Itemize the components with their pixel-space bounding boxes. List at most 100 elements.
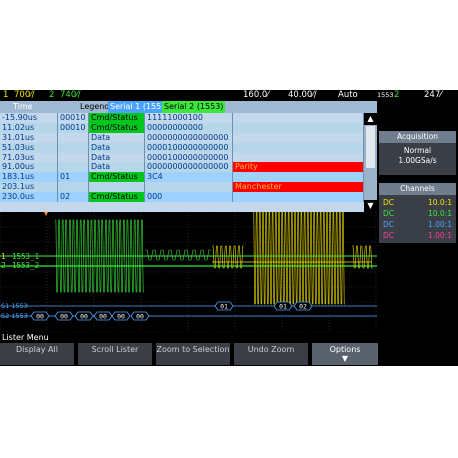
table-row[interactable]: 31.01us Data 0000000000000000 [0,132,364,143]
cell-data: 0000000000000000 [145,132,233,143]
lister-scrollbar[interactable]: ▲ ▼ [364,113,377,212]
options-button[interactable]: Options ▼ [312,343,378,365]
cell-time: -15.90us [0,113,58,123]
cell-err [233,122,364,133]
cell-type: Cmd/Status [89,122,145,133]
lister-rows: -15.90us 00010 Cmd/Status 11111000100 11.02u… [0,113,364,203]
cell-rt: 00010 [58,122,89,133]
cell-time: 203.1us [0,182,58,193]
cell-data: 3C4 [145,172,233,183]
cell-type [89,182,145,193]
table-row[interactable]: 71.03us Data 0000100000000000 [0,152,364,163]
options-label: Options [329,345,361,354]
cell-err [233,132,364,143]
display-all-button[interactable]: Display All [0,343,74,365]
waveform-display[interactable]: 1553_1 1553_2 1 2 S1 1553 S2 1553 00 00 00… [0,212,377,332]
channel-coupling: DC [383,220,395,229]
table-row[interactable]: 203.1us Manchester [0,182,364,193]
channel-row[interactable]: DC 1.00:1 [379,230,456,241]
cell-type: Cmd/Status [89,113,145,123]
cell-data: 0000100000000000 [145,152,233,163]
scroll-thumb[interactable] [366,126,375,168]
table-row[interactable]: 91.00us Data 0000000000000000 Parity [0,162,364,173]
options-arrow-icon: ▼ [341,354,349,363]
cell-err [233,113,364,123]
cell-type: Data [89,132,145,143]
ch2-scale[interactable]: 740⁄/ [60,90,81,101]
ch2-trace-label: 1553_2 [12,261,39,270]
cell-data: 00000000000 [145,122,233,133]
bus-marker-label: 01 [220,303,228,311]
cell-type: Data [89,142,145,153]
cell-type: Cmd/Status [89,172,145,183]
cell-time: 51.03us [0,142,58,153]
ch1-trace-label: 1553_1 [12,252,39,261]
cell-time: 230.0us [0,192,58,203]
scroll-lister-button[interactable]: Scroll Lister [78,343,152,365]
acquisition-box[interactable]: Acquisition Normal 1.00GSa/s [379,131,456,175]
cell-err [233,152,364,163]
channels-box[interactable]: Channels DC 10.0:1 DC 10.0:1 DC 1.00:1 DC 1.00:… [379,183,456,243]
channel-row[interactable]: DC 1.00:1 [379,219,456,230]
s2-bus-label: S2 1553 [1,312,28,320]
trigger-mode[interactable]: Auto [338,90,358,101]
table-row[interactable]: 230.0us 02 Cmd/Status 000 [0,192,364,203]
cell-data: 0000000000000000 [145,162,233,173]
table-row[interactable]: 183.1us 01 Cmd/Status 3C4 [0,172,364,183]
cell-err [233,192,364,203]
cell-data: 0000100000000000 [145,142,233,153]
channel-row[interactable]: DC 10.0:1 [379,197,456,208]
channel-ratio: 10.0:1 [428,198,452,207]
s1-bus-label: S1 1553 [1,302,28,310]
cell-err: Parity [233,162,364,173]
cell-rt: 02 [58,192,89,203]
ch2-marker[interactable]: 2 [1,261,6,270]
scroll-down-icon[interactable]: ▼ [364,200,377,212]
ch1-scale[interactable]: 700⁄/ [14,90,35,101]
ch2-number[interactable]: 2 [49,90,54,101]
cell-rt [58,142,89,153]
channels-title: Channels [379,183,456,195]
acquisition-title: Acquisition [379,131,456,143]
bus-marker-label: 00 [99,313,107,321]
channel-row[interactable]: DC 10.0:1 [379,208,456,219]
trigger-channel[interactable]: 2 [394,90,399,101]
zoom-to-selection-button[interactable]: Zoom to Selection [156,343,230,365]
table-row[interactable]: -15.90us 00010 Cmd/Status 11111000100 [0,113,364,123]
cell-data [145,182,233,193]
time-scale[interactable]: 40.00⁄/ [288,90,317,101]
ch1-marker[interactable]: 1 [1,252,6,261]
lister-table[interactable]: Time Legend: Serial 1 (1553) Serial 2 (1… [0,101,377,212]
table-row[interactable]: 51.03us Data 0000100000000000 [0,142,364,153]
scroll-up-icon[interactable]: ▲ [364,113,377,125]
menu-title: Lister Menu [2,333,49,342]
channel-coupling: DC [383,231,395,240]
trigger-level[interactable]: 247⁄ [424,90,442,101]
cell-err [233,142,364,153]
col-time-header[interactable]: Time [13,101,33,113]
right-panel: Acquisition Normal 1.00GSa/s Channels DC… [377,101,458,366]
channel-coupling: DC [383,209,395,218]
cell-time: 183.1us [0,172,58,183]
cell-time: 91.00us [0,162,58,173]
channel-ratio: 1.00:1 [428,231,452,240]
cell-rt [58,132,89,143]
undo-zoom-button[interactable]: Undo Zoom [234,343,308,365]
time-position[interactable]: 160.0⁄ [243,90,269,101]
legend-serial2: Serial 2 (1553) [162,101,226,113]
status-bar: 1 700⁄/ 2 740⁄/ 160.0⁄ 40.00⁄/ Auto 1553… [0,90,458,101]
cell-rt: 01 [58,172,89,183]
cell-type: Cmd/Status [89,192,145,203]
cell-data: 000 [145,192,233,203]
softkey-bar: Lister Menu Display All Scroll Lister Zo… [0,332,458,366]
bus-marker-label: 02 [299,303,307,311]
cell-time: 71.03us [0,152,58,163]
trigger-source[interactable]: 1553 [377,90,394,101]
ch1-number[interactable]: 1 [3,90,8,101]
channel-coupling: DC [383,198,395,207]
bus-marker-label: 00 [60,313,68,321]
channel-ratio: 1.00:1 [428,220,452,229]
cell-rt [58,182,89,193]
table-row[interactable]: 11.02us 00010 Cmd/Status 00000000000 [0,122,364,133]
lister-header: Time Legend: Serial 1 (1553) Serial 2 (1… [0,101,377,113]
